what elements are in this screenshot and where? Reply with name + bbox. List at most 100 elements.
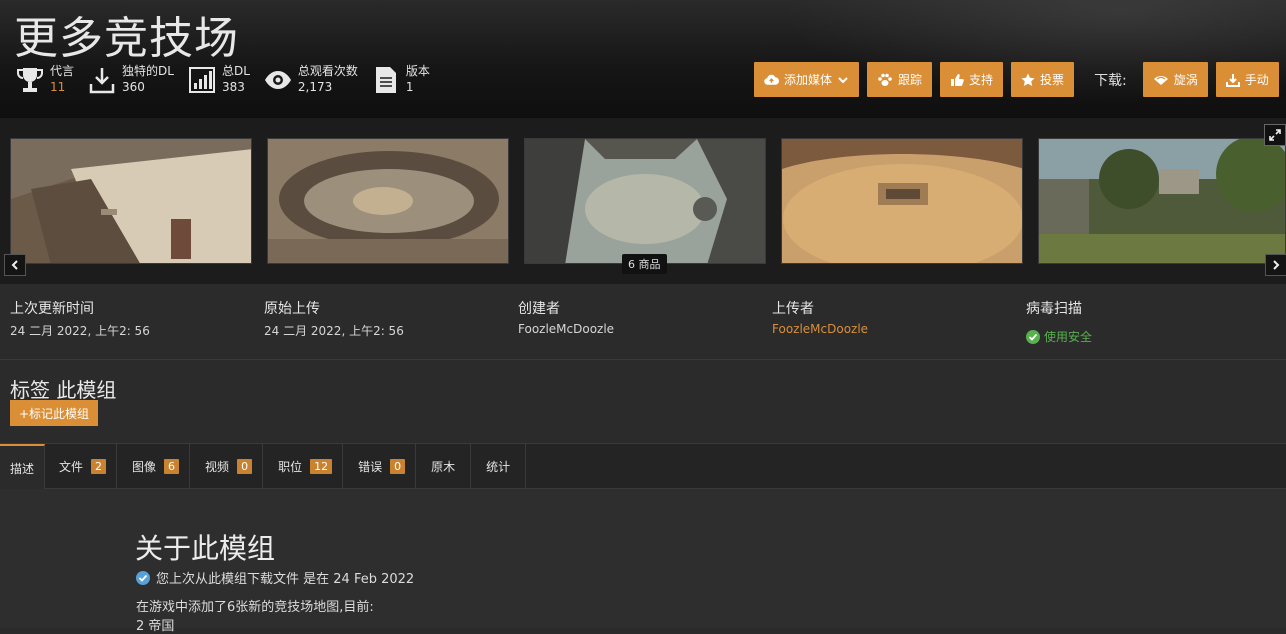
creator-value: FoozleMcDoozle: [518, 322, 615, 336]
download-icon: [1225, 73, 1240, 87]
tag-this-mod-button[interactable]: +标记此模组: [10, 400, 99, 426]
description-list-item: 2 帝国: [136, 619, 175, 634]
vote-button[interactable]: 投票: [1011, 62, 1075, 97]
gallery-thumbnail[interactable]: [267, 138, 509, 264]
mod-metadata: 上次更新时间 24 二月 2022, 上午2: 56 原始上传 24 二月 20…: [0, 284, 1286, 360]
tab-label: 视频: [205, 460, 230, 474]
add-media-label: 添加媒体: [784, 73, 833, 87]
virus-scan: 病毒扫描 使用安全: [1026, 298, 1092, 345]
vortex-label: 旋涡: [1173, 73, 1198, 87]
tab-count-badge: 2: [91, 459, 107, 474]
expand-icon: [1269, 129, 1281, 141]
original-upload-value: 24 二月 2022, 上午2: 56: [264, 324, 404, 338]
track-label: 跟踪: [898, 73, 923, 87]
mod-title: 更多竞技场: [14, 13, 239, 64]
creator-label: 创建者: [518, 301, 560, 317]
last-updated-label: 上次更新时间: [10, 301, 94, 317]
tab-label: 职位: [278, 460, 303, 474]
cloud-upload-icon: [764, 74, 779, 85]
mod-header: 更多竞技场 代言 11 独特的DL 360 总DL 383 总观看次数 2,173: [0, 0, 1286, 118]
gallery-thumbnail[interactable]: [1038, 138, 1286, 264]
stat-total-views: 总观看次数 2,173: [264, 64, 358, 95]
endorse-button[interactable]: 支持: [940, 62, 1004, 97]
vote-label: 投票: [1040, 73, 1065, 87]
paw-icon: [878, 73, 892, 86]
chevron-down-icon: [838, 76, 848, 83]
tab-videos[interactable]: 视频 0: [190, 444, 264, 489]
gallery-expand-button[interactable]: [1264, 124, 1286, 146]
about-heading: 关于此模组: [135, 532, 276, 565]
tab-images[interactable]: 图像 6: [117, 444, 191, 489]
gallery-next-button[interactable]: [1265, 254, 1286, 276]
tags-heading: 标签 此模组: [10, 378, 117, 402]
tab-posts[interactable]: 职位 12: [263, 444, 344, 489]
download-history-note: 您上次从此模组下载文件 是在 24 Feb 2022: [136, 568, 414, 587]
uploader-link[interactable]: FoozleMcDoozle: [772, 322, 868, 336]
document-icon: [372, 65, 400, 95]
creator: 创建者 FoozleMcDoozle: [518, 298, 614, 336]
stat-value: 383: [221, 80, 245, 94]
track-button[interactable]: 跟踪: [867, 62, 933, 97]
manual-download-button[interactable]: 手动: [1215, 62, 1279, 97]
bar-chart-icon: [188, 65, 216, 95]
tab-label: 图像: [132, 460, 157, 474]
download-label: 下载:: [1094, 72, 1127, 89]
mod-stats: 代言 11 独特的DL 360 总DL 383 总观看次数 2,173 版本 1: [16, 64, 444, 95]
stat-unique-downloads: 独特的DL 360: [88, 64, 174, 95]
tab-label: 描述: [10, 461, 35, 476]
vortex-download-button[interactable]: 旋涡: [1142, 62, 1208, 97]
uploader: 上传者 FoozleMcDoozle: [772, 298, 868, 336]
tab-label: 文件: [59, 460, 84, 474]
download-history-text: 您上次从此模组下载文件 是在 24 Feb 2022: [156, 572, 415, 587]
star-icon: [1021, 73, 1035, 86]
virus-scan-status[interactable]: 使用安全: [1026, 328, 1092, 345]
manual-label: 手动: [1244, 73, 1269, 87]
stat-label: 总DL: [221, 64, 250, 78]
check-badge-icon: [136, 570, 150, 585]
description-content: 关于此模组 您上次从此模组下载文件 是在 24 Feb 2022 在游戏中添加了…: [0, 489, 1286, 634]
last-updated-value: 24 二月 2022, 上午2: 56: [10, 324, 150, 338]
stat-label: 代言: [50, 64, 75, 78]
stat-value: 1: [405, 80, 414, 94]
tab-bugs[interactable]: 错误 0: [343, 444, 417, 489]
stat-label: 版本: [405, 64, 430, 78]
original-upload-label: 原始上传: [264, 301, 320, 317]
image-gallery: 6 商品: [0, 118, 1286, 284]
tab-count-badge: 0: [237, 459, 253, 474]
stat-endorsements: 代言 11: [16, 64, 74, 95]
check-circle-icon: [1026, 329, 1040, 344]
stat-label: 独特的DL: [122, 64, 174, 78]
add-media-button[interactable]: 添加媒体: [754, 62, 860, 97]
eye-icon: [264, 65, 292, 95]
gallery-thumbnail[interactable]: [10, 138, 252, 264]
virus-scan-value: 使用安全: [1044, 330, 1093, 344]
gallery-thumbnail[interactable]: [524, 138, 766, 264]
gallery-thumbnail[interactable]: [781, 138, 1023, 264]
gallery-prev-button[interactable]: [4, 254, 26, 276]
virus-scan-label: 病毒扫描: [1026, 301, 1082, 317]
stat-value: 11: [50, 80, 66, 94]
mod-tabs: 描述 文件 2 图像 6 视频 0 职位 12 错误 0 原木 统计: [0, 443, 1286, 490]
tab-description[interactable]: 描述: [0, 444, 46, 490]
chevron-right-icon: [1273, 260, 1280, 270]
thumbs-up-icon: [951, 73, 964, 86]
tab-count-badge: 0: [390, 459, 406, 474]
tab-count-badge: 6: [164, 459, 180, 474]
stat-label: 总观看次数: [297, 64, 358, 78]
tab-label: 原木: [431, 460, 456, 474]
last-updated: 上次更新时间 24 二月 2022, 上午2: 56: [10, 298, 150, 339]
original-upload: 原始上传 24 二月 2022, 上午2: 56: [264, 298, 404, 339]
stat-value: 2,173: [297, 80, 333, 94]
tab-label: 统计: [486, 460, 511, 474]
tab-logs[interactable]: 原木: [416, 444, 472, 489]
stat-version: 版本 1: [372, 64, 430, 95]
endorse-label: 支持: [969, 73, 994, 87]
chevron-left-icon: [11, 260, 18, 270]
tab-files[interactable]: 文件 2: [45, 444, 118, 489]
tags-section: 标签 此模组: [10, 374, 116, 403]
tab-count-badge: 12: [310, 459, 333, 474]
tab-stats[interactable]: 统计: [471, 444, 527, 489]
trophy-icon: [16, 65, 44, 95]
gallery-item-count: 6 商品: [622, 254, 667, 274]
tab-label: 错误: [358, 460, 383, 474]
